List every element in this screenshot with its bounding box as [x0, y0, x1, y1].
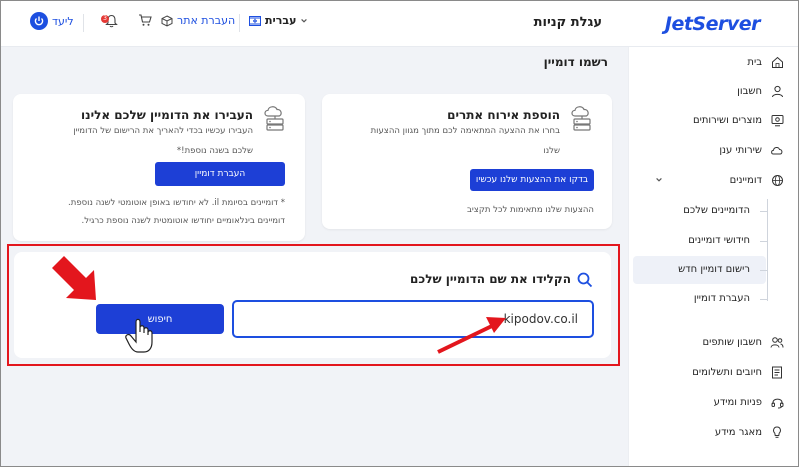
- hosting-card: הוספת אירוח אתרים בחרו את ההצעה המתאימה …: [322, 94, 612, 229]
- sidebar-item-products[interactable]: מוצרים ושירותים: [629, 109, 784, 131]
- cart-button[interactable]: [138, 14, 152, 27]
- sidebar-item-label: חשבון שותפים: [702, 336, 762, 348]
- transfer-card-title: העבירו את הדומיין שלכם אלינו: [81, 108, 253, 122]
- chevron-down-icon: [656, 177, 662, 182]
- user-icon: [770, 84, 784, 98]
- submenu-tick: [760, 270, 768, 271]
- sidebar: בית חשבון מוצרים ושירותים שירותי ענן דומ…: [628, 47, 798, 466]
- brand-logo[interactable]: JetServer: [665, 13, 761, 35]
- domain-search-input[interactable]: kipodov.co.il: [232, 300, 594, 338]
- sidebar-item-account[interactable]: חשבון: [629, 80, 784, 102]
- hosting-card-description-cont: שלנו: [543, 146, 560, 156]
- server-cloud-icon: [568, 104, 596, 132]
- sidebar-item-support[interactable]: פניות ומידע: [629, 391, 784, 413]
- transfer-site-link[interactable]: העברת אתר: [161, 14, 235, 27]
- transfer-note-il: * דומיינים בסיומת il. לא יחודשו באופן או…: [68, 198, 285, 208]
- headset-icon: [770, 395, 784, 409]
- login-button[interactable]: ליעד: [30, 12, 74, 30]
- hosting-card-description: בחרו את ההצעה המתאימה לכם מתוך מגוון ההצ…: [370, 126, 560, 136]
- language-selector[interactable]: עברית: [249, 14, 308, 27]
- login-label: ליעד: [52, 14, 74, 28]
- submenu-tick: [760, 241, 768, 242]
- sidebar-item-label: פניות ומידע: [713, 396, 762, 408]
- transfer-card-description-cont: שלכם בשנה נוספת!*: [176, 146, 253, 156]
- search-icon: [577, 272, 593, 288]
- sidebar-subitem-my-domains[interactable]: הדומיינים שלכם: [683, 205, 750, 216]
- hosting-card-title: הוספת אירוח אתרים: [447, 108, 560, 122]
- users-icon: [770, 335, 784, 349]
- sidebar-item-label: חיובים ותשלומים: [692, 366, 762, 378]
- power-icon: [30, 12, 48, 30]
- sidebar-item-label: דומיינים: [729, 174, 762, 186]
- sidebar-subitem-renewals[interactable]: חידושי דומיינים: [688, 235, 750, 246]
- cart-icon: [139, 14, 152, 26]
- search-button[interactable]: חיפוש: [96, 304, 224, 334]
- check-offers-button[interactable]: בדקו את ההצעות שלנו עכשיו: [470, 169, 594, 191]
- transfer-card-description: העבירו עכשיו בכדי להאריך את הרישום של הד…: [73, 126, 253, 136]
- bulb-icon: [770, 425, 784, 439]
- monitor-icon: [770, 113, 784, 127]
- submenu-tick: [760, 299, 768, 300]
- flag-icon: [249, 15, 261, 26]
- sidebar-item-cloud[interactable]: שירותי ענן: [629, 139, 784, 161]
- domain-search-card: הקלידו את שם הדומיין שלכם kipodov.co.il …: [14, 252, 611, 358]
- sidebar-item-home[interactable]: בית: [629, 51, 784, 73]
- submenu-line: [767, 199, 768, 301]
- notification-badge: 3: [101, 15, 109, 23]
- sidebar-item-label: מוצרים ושירותים: [692, 114, 762, 126]
- sidebar-item-label: שירותי ענן: [719, 144, 762, 156]
- box-icon: [161, 14, 173, 27]
- chevron-down-icon: [301, 18, 308, 23]
- submenu-tick: [760, 211, 768, 212]
- cloud-icon: [770, 143, 784, 157]
- sidebar-subitem-register-new[interactable]: רישום דומיין חדש: [678, 264, 750, 275]
- header-divider: [83, 14, 84, 32]
- sidebar-item-label: בית: [747, 56, 762, 68]
- transfer-domain-button[interactable]: העברת דומיין: [155, 162, 285, 186]
- transfer-site-label: העברת אתר: [177, 14, 236, 27]
- top-header: JetServer עגלת קניות עברית העברת אתר 3 ל…: [1, 1, 798, 47]
- transfer-note-intl: דומיינים בינלאומיים יחודשו אוטומטית לשנה…: [81, 216, 285, 226]
- sidebar-item-knowledge-base[interactable]: מאגר מידע: [629, 421, 784, 443]
- sidebar-item-label: מאגר מידע: [714, 426, 762, 438]
- home-icon: [770, 55, 784, 69]
- sidebar-item-affiliates[interactable]: חשבון שותפים: [629, 331, 784, 353]
- transfer-card: העבירו את הדומיין שלכם אלינו העבירו עכשי…: [13, 94, 305, 241]
- hosting-card-footer: ההצעות שלנו מתאימות לכל תקציב: [466, 205, 594, 215]
- globe-icon: [770, 173, 784, 187]
- sidebar-item-label: חשבון: [737, 85, 762, 97]
- header-divider: [239, 14, 240, 32]
- document-icon: [770, 365, 784, 379]
- page-title: רשמו דומיין: [543, 55, 608, 69]
- search-title: הקלידו את שם הדומיין שלכם: [410, 272, 571, 286]
- language-label: עברית: [265, 14, 297, 27]
- server-cloud-icon: [261, 104, 289, 132]
- sidebar-item-billing[interactable]: חיובים ותשלומים: [629, 361, 784, 383]
- page-heading: עגלת קניות: [533, 15, 602, 30]
- sidebar-item-domains[interactable]: דומיינים: [629, 169, 784, 191]
- domain-search-value: kipodov.co.il: [503, 312, 578, 326]
- sidebar-subitem-transfer[interactable]: העברת דומיין: [694, 293, 750, 304]
